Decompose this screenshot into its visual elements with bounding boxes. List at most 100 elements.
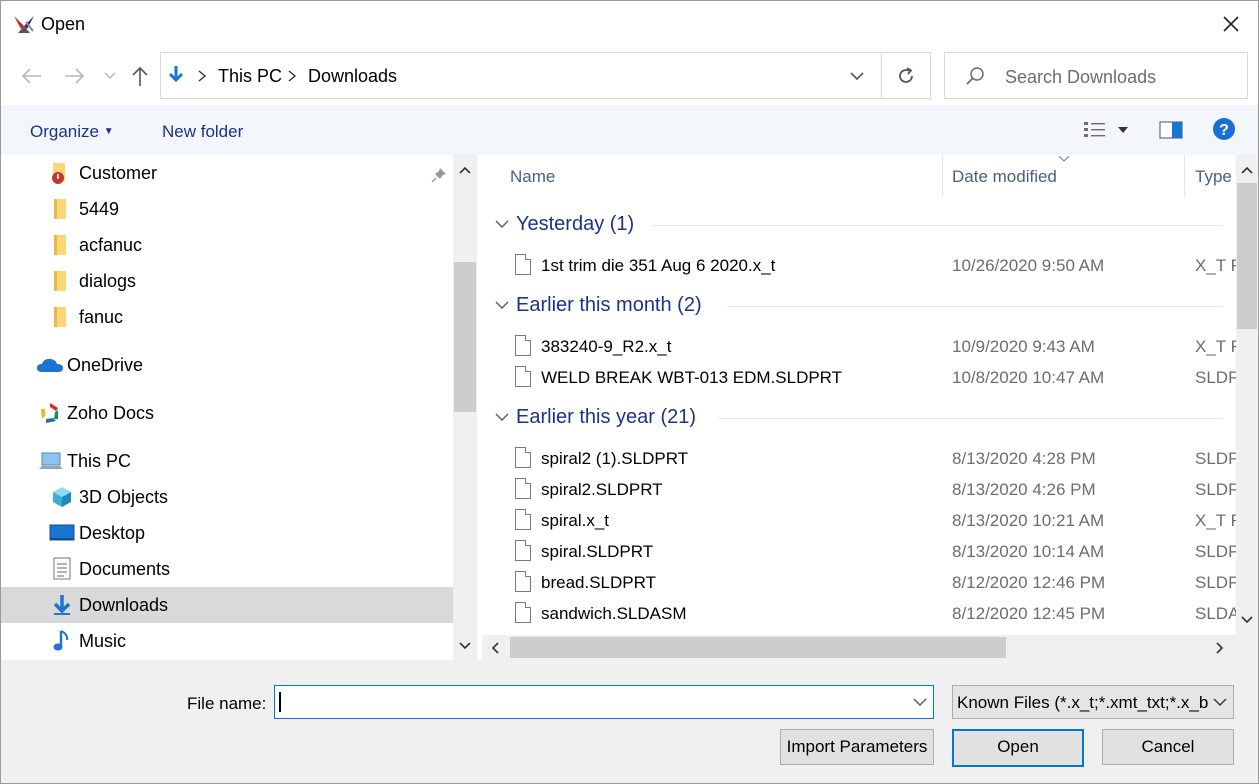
search-box[interactable]: Search Downloads <box>944 52 1248 99</box>
sidebar-item-downloads[interactable]: Downloads <box>1 587 453 623</box>
column-header-name[interactable]: Name <box>510 167 555 187</box>
sidebar-item-fanuc[interactable]: fanuc <box>1 299 453 335</box>
sidebar-item-acfanuc[interactable]: acfanuc <box>1 227 453 263</box>
list-item[interactable]: 383240-9_R2.x_t 10/9/2020 9:43 AM X_T F <box>482 331 1236 362</box>
back-arrow-icon[interactable] <box>19 65 43 87</box>
sidebar-item-3d-objects[interactable]: 3D Objects <box>1 479 453 515</box>
file-name: spiral.SLDPRT <box>541 542 654 561</box>
list-item[interactable]: WELD BREAK WBT-013 EDM.SLDPRT 10/8/2020 … <box>482 362 1236 393</box>
cancel-button[interactable]: Cancel <box>1102 729 1234 765</box>
file-date: 10/26/2020 9:50 AM <box>952 256 1105 275</box>
search-icon <box>966 67 984 85</box>
download-location-icon <box>168 66 184 83</box>
scroll-up-icon[interactable] <box>1241 165 1253 175</box>
scroll-left-icon[interactable] <box>490 642 500 654</box>
file-list-vertical-scrollbar[interactable] <box>1236 155 1258 635</box>
folder-icon <box>54 271 66 291</box>
scrollbar-thumb[interactable] <box>1237 183 1257 329</box>
sidebar-item-dialogs[interactable]: dialogs <box>1 263 453 299</box>
command-bar: Organize ▼ New folder ? <box>1 105 1258 155</box>
sidebar-item-label: fanuc <box>79 307 124 327</box>
sidebar-item-label: Documents <box>79 559 171 579</box>
sidebar-item-music[interactable]: Music <box>1 623 453 659</box>
sidebar-item-onedrive[interactable]: OneDrive <box>1 347 453 383</box>
list-item[interactable]: sandwich.SLDASM 8/12/2020 12:45 PM SLDA <box>482 598 1236 629</box>
list-item[interactable]: spiral2.SLDPRT 8/13/2020 4:26 PM SLDP <box>482 474 1236 505</box>
column-header-type[interactable]: Type <box>1195 167 1232 187</box>
list-item[interactable]: bread.SLDPRT 8/12/2020 12:46 PM SLDP <box>482 567 1236 598</box>
preview-pane-icon[interactable] <box>1159 120 1183 140</box>
list-item[interactable]: spiral.SLDPRT 8/13/2020 10:14 AM SLDP <box>482 536 1236 567</box>
scrollbar-corner <box>1236 635 1258 660</box>
group-collapse-icon[interactable] <box>495 412 509 422</box>
file-type: SLDA <box>1195 604 1236 623</box>
folder-alert-icon <box>52 163 65 184</box>
open-button[interactable]: Open <box>952 729 1084 767</box>
organize-button[interactable]: Organize ▼ <box>30 122 114 142</box>
list-item[interactable]: 1st trim die 351 Aug 6 2020.x_t 10/26/20… <box>482 250 1236 281</box>
group-divider <box>652 225 1222 226</box>
sidebar-item-label: Desktop <box>79 523 146 543</box>
address-dropdown-icon[interactable] <box>849 70 865 82</box>
sidebar-item-5449[interactable]: 5449 <box>1 191 453 227</box>
file-list-horizontal-scrollbar[interactable] <box>482 635 1236 660</box>
scroll-down-icon[interactable] <box>1241 615 1253 625</box>
file-name: spiral2.SLDPRT <box>541 480 663 499</box>
file-icon <box>515 366 531 387</box>
scroll-right-icon[interactable] <box>1215 642 1225 654</box>
sidebar-item-customer[interactable]: Customer <box>1 155 453 191</box>
file-date: 8/13/2020 10:14 AM <box>952 542 1105 561</box>
file-date: 8/12/2020 12:46 PM <box>952 573 1106 592</box>
refresh-button[interactable] <box>882 52 931 99</box>
sidebar-item-documents[interactable]: Documents <box>1 551 453 587</box>
file-type-select[interactable]: Known Files (*.x_t;*.xmt_txt;*.x_b <box>952 685 1234 719</box>
up-arrow-icon[interactable] <box>129 64 151 88</box>
sidebar-item-label: acfanuc <box>79 235 143 255</box>
file-name-field[interactable] <box>274 685 934 719</box>
sidebar-item-zoho-docs[interactable]: Zoho Docs <box>1 395 453 431</box>
group-collapse-icon[interactable] <box>495 219 509 229</box>
column-divider[interactable] <box>1184 155 1185 197</box>
file-list: Name Date modified Type Yesterday (1) 1s… <box>482 155 1236 635</box>
scrollbar-thumb[interactable] <box>510 637 1006 658</box>
file-type: SLDP <box>1195 368 1236 387</box>
address-bar[interactable]: This PC Downloads <box>160 52 882 99</box>
group-divider <box>718 418 1222 419</box>
scrollbar-thumb[interactable] <box>454 262 476 412</box>
file-icon <box>515 254 531 275</box>
forward-arrow-icon[interactable] <box>63 65 87 87</box>
sort-indicator-icon <box>1058 155 1070 162</box>
svg-text:?: ? <box>1219 122 1229 139</box>
help-icon[interactable]: ? <box>1212 117 1236 141</box>
list-item[interactable]: spiral2 (1).SLDPRT 8/13/2020 4:28 PM SLD… <box>482 443 1236 474</box>
file-type-dropdown-icon[interactable] <box>1213 697 1227 707</box>
file-name-dropdown-icon[interactable] <box>913 697 927 707</box>
recent-locations-chevron-icon[interactable] <box>104 71 116 81</box>
navigation-scrollbar[interactable] <box>453 155 477 660</box>
import-parameters-button[interactable]: Import Parameters <box>780 729 934 765</box>
scroll-down-icon[interactable] <box>459 641 471 651</box>
sidebar-item-label: dialogs <box>79 271 137 291</box>
folder-icon <box>54 307 66 327</box>
breadcrumb-this-pc[interactable]: This PC <box>218 66 282 87</box>
sidebar-item-this-pc[interactable]: This PC <box>1 443 453 479</box>
scroll-up-icon[interactable] <box>459 165 471 175</box>
group-header-earlier-this-month[interactable]: Earlier this month (2) <box>516 294 702 317</box>
dialog-title: Open <box>41 14 86 34</box>
sidebar-item-label: Customer <box>79 163 158 183</box>
column-divider[interactable] <box>942 155 943 197</box>
file-icon <box>515 509 531 530</box>
group-header-earlier-this-year[interactable]: Earlier this year (21) <box>516 406 696 429</box>
column-header-date-modified[interactable]: Date modified <box>952 167 1057 187</box>
download-icon <box>53 595 71 615</box>
close-icon[interactable] <box>1218 11 1244 37</box>
file-icon <box>515 602 531 623</box>
group-collapse-icon[interactable] <box>495 300 509 310</box>
sidebar-item-desktop[interactable]: Desktop <box>1 515 453 551</box>
group-header-yesterday[interactable]: Yesterday (1) <box>516 213 634 236</box>
view-options-dropdown-icon[interactable] <box>1118 127 1128 133</box>
new-folder-button[interactable]: New folder <box>162 122 243 142</box>
view-details-icon[interactable] <box>1083 120 1107 140</box>
breadcrumb-downloads[interactable]: Downloads <box>308 66 397 87</box>
list-item[interactable]: spiral.x_t 8/13/2020 10:21 AM X_T F <box>482 505 1236 536</box>
